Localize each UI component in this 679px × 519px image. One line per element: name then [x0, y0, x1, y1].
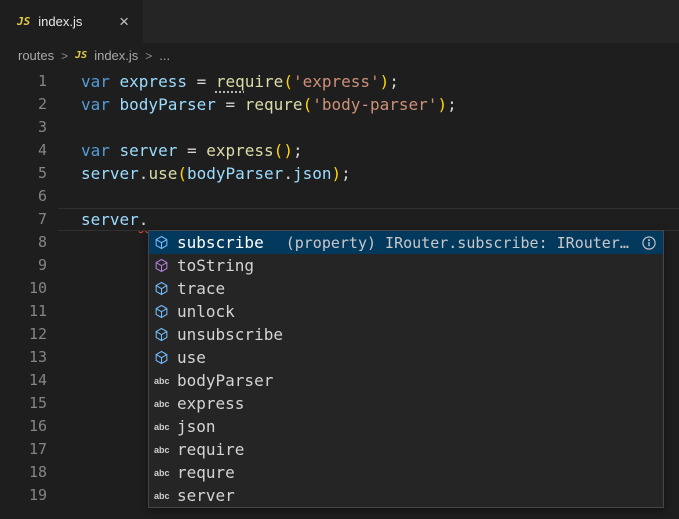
line-number[interactable]: 8 [0, 231, 47, 254]
breadcrumb-item-indexjs[interactable]: index.js [94, 48, 138, 63]
line-number[interactable]: 11 [0, 300, 47, 323]
tab-label: index.js [38, 14, 109, 29]
suggest-item-label: express [177, 394, 244, 413]
line-number[interactable]: 16 [0, 415, 47, 438]
abc-text-suggestion-icon: abc [154, 445, 173, 455]
line-number[interactable]: 13 [0, 346, 47, 369]
symbol-method-icon [154, 258, 173, 273]
code-text: server. [81, 208, 148, 231]
abc-text-suggestion-icon: abc [154, 422, 173, 432]
line-number[interactable]: 5 [0, 162, 47, 185]
suggest-item-label: require [177, 440, 244, 459]
breadcrumb-separator-icon: > [145, 49, 152, 63]
code-line[interactable]: 3 [0, 116, 679, 139]
abc-text-suggestion-icon: abc [154, 399, 173, 409]
symbol-property-icon [154, 235, 173, 250]
code-line[interactable]: 4 var server = express(); [0, 139, 679, 162]
symbol-property-icon [154, 327, 173, 342]
suggest-item-label: subscribe [177, 233, 264, 252]
code-line[interactable]: 6 [0, 185, 679, 208]
line-number[interactable]: 17 [0, 438, 47, 461]
abc-text-suggestion-icon: abc [154, 468, 173, 478]
suggest-item-express[interactable]: abc express [149, 392, 663, 415]
line-number[interactable]: 12 [0, 323, 47, 346]
suggest-item-subscribe[interactable]: subscribe (property) IRouter.subscribe: I… [149, 231, 663, 254]
suggest-widget: subscribe (property) IRouter.subscribe: I… [148, 230, 664, 508]
breadcrumb-separator-icon: > [61, 49, 68, 63]
code-text: var express = require('express'); [81, 70, 399, 93]
line-number[interactable]: 14 [0, 369, 47, 392]
line-number[interactable]: 4 [0, 139, 47, 162]
suggest-item-trace[interactable]: trace [149, 277, 663, 300]
info-icon[interactable] [641, 235, 659, 251]
suggest-item-unsubscribe[interactable]: unsubscribe [149, 323, 663, 346]
js-file-icon: JS [17, 15, 30, 28]
tab-indexjs[interactable]: JS index.js × [0, 0, 143, 43]
code-text: server.use(bodyParser.json); [81, 162, 351, 185]
code-line[interactable]: 1 var express = require('express'); [0, 70, 679, 93]
symbol-property-icon [154, 350, 173, 365]
suggest-item-label: use [177, 348, 206, 367]
breadcrumb-item-routes[interactable]: routes [18, 48, 54, 63]
line-number[interactable]: 3 [0, 116, 47, 139]
suggest-item-label: requre [177, 463, 235, 482]
line-number[interactable]: 15 [0, 392, 47, 415]
symbol-property-icon [154, 304, 173, 319]
tab-bar: JS index.js × [0, 0, 679, 43]
suggest-item-label: unsubscribe [177, 325, 283, 344]
line-number[interactable]: 10 [0, 277, 47, 300]
code-line[interactable]: 2 var bodyParser = requre('body-parser'); [0, 93, 679, 116]
breadcrumb-item-[interactable]: ... [159, 48, 170, 63]
suggest-item-detail: (property) IRouter.subscribe: IRouter… [286, 234, 637, 252]
suggest-item-server[interactable]: abc server [149, 484, 663, 507]
suggest-item-bodyParser[interactable]: abc bodyParser [149, 369, 663, 392]
js-file-icon: JS [75, 50, 87, 61]
line-number[interactable]: 9 [0, 254, 47, 277]
code-text: var bodyParser = requre('body-parser'); [81, 93, 457, 116]
line-number[interactable]: 1 [0, 70, 47, 93]
abc-text-suggestion-icon: abc [154, 491, 173, 501]
line-number[interactable]: 7 [0, 208, 47, 231]
code-line[interactable]: 5 server.use(bodyParser.json); [0, 162, 679, 185]
line-number[interactable]: 18 [0, 461, 47, 484]
suggest-item-label: server [177, 486, 235, 505]
suggest-item-label: bodyParser [177, 371, 273, 390]
line-number[interactable]: 6 [0, 185, 47, 208]
breadcrumb: routes > JS index.js >... [0, 43, 679, 68]
suggest-item-toString[interactable]: toString [149, 254, 663, 277]
suggest-item-require[interactable]: abc require [149, 438, 663, 461]
code-text: var server = express(); [81, 139, 303, 162]
line-number[interactable]: 19 [0, 484, 47, 507]
suggest-item-json[interactable]: abcjson [149, 415, 663, 438]
suggest-item-label: unlock [177, 302, 235, 321]
close-icon[interactable]: × [117, 13, 131, 30]
suggest-item-unlock[interactable]: unlock [149, 300, 663, 323]
suggest-item-label: trace [177, 279, 225, 298]
suggest-item-requre[interactable]: abc requre [149, 461, 663, 484]
line-number[interactable]: 2 [0, 93, 47, 116]
suggest-item-label: json [177, 417, 216, 436]
suggest-item-use[interactable]: use [149, 346, 663, 369]
code-line[interactable]: 7 server. [0, 208, 679, 231]
symbol-property-icon [154, 281, 173, 296]
suggest-item-label: toString [177, 256, 254, 275]
abc-text-suggestion-icon: abc [154, 376, 173, 386]
